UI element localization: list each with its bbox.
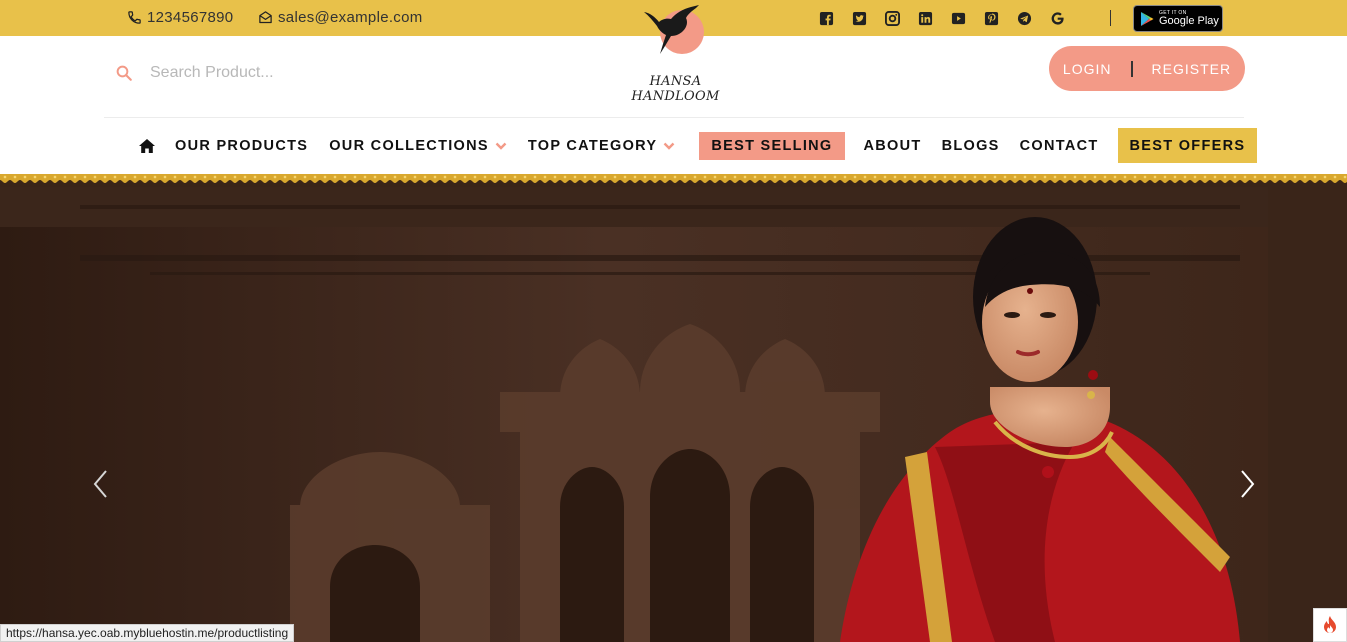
search-input[interactable] bbox=[150, 64, 350, 82]
nav-label: BEST OFFERS bbox=[1129, 137, 1246, 154]
fire-icon bbox=[1324, 616, 1336, 633]
nav-contact[interactable]: CONTACT bbox=[1020, 128, 1099, 163]
chevron-down-icon bbox=[664, 142, 675, 150]
carousel-next-arrow[interactable] bbox=[1236, 469, 1258, 499]
social-links bbox=[818, 10, 1065, 26]
chevron-down-icon bbox=[495, 142, 507, 150]
floating-widget[interactable] bbox=[1313, 608, 1347, 642]
nav-label: ABOUT bbox=[863, 137, 922, 154]
register-button[interactable]: REGISTER bbox=[1152, 61, 1232, 77]
divider bbox=[1110, 10, 1111, 26]
nav-label: TOP CATEGORY bbox=[527, 137, 658, 154]
nav-best-offers[interactable]: BEST OFFERS bbox=[1117, 128, 1258, 163]
login-button[interactable]: LOGIN bbox=[1063, 61, 1112, 77]
phone-contact[interactable]: 1234567890 bbox=[127, 9, 233, 26]
linkedin-icon[interactable] bbox=[917, 10, 933, 26]
carousel-prev-arrow[interactable] bbox=[90, 469, 112, 499]
nav-label: OUR PRODUCTS bbox=[175, 137, 309, 154]
nav-about[interactable]: ABOUT bbox=[864, 128, 922, 163]
nav-label: CONTACT bbox=[1019, 137, 1099, 154]
hero-image bbox=[0, 187, 1347, 642]
google-play-label: Google Play bbox=[1159, 14, 1219, 27]
twitter-icon[interactable] bbox=[851, 10, 867, 26]
nav-our-products[interactable]: OUR PRODUCTS bbox=[175, 128, 308, 163]
brand-logo[interactable]: HANSA HANDLOOM bbox=[613, 4, 738, 104]
google-icon[interactable] bbox=[1049, 10, 1065, 26]
nav-blogs[interactable]: BLOGS bbox=[942, 128, 1000, 163]
main-nav: OUR PRODUCTS OUR COLLECTIONS TOP CATEGOR… bbox=[138, 128, 1258, 163]
envelope-icon bbox=[259, 11, 272, 24]
email-contact[interactable]: sales@example.com bbox=[258, 9, 423, 26]
nav-label: BLOGS bbox=[941, 137, 1000, 154]
telegram-icon[interactable] bbox=[1016, 10, 1032, 26]
home-icon bbox=[139, 138, 155, 153]
facebook-icon[interactable] bbox=[818, 10, 834, 26]
youtube-icon[interactable] bbox=[950, 10, 966, 26]
hero-banner bbox=[0, 187, 1347, 642]
instagram-icon[interactable] bbox=[884, 10, 900, 26]
auth-divider bbox=[1130, 60, 1133, 77]
google-play-icon bbox=[1141, 11, 1154, 26]
nav-best-selling[interactable]: BEST SELLING bbox=[699, 131, 845, 160]
nav-label: OUR COLLECTIONS bbox=[329, 137, 489, 154]
nav-top-category[interactable]: TOP CATEGORY bbox=[528, 128, 675, 163]
nav-our-collections[interactable]: OUR COLLECTIONS bbox=[329, 128, 507, 163]
phone-icon bbox=[128, 11, 141, 24]
swan-logo-icon bbox=[644, 5, 704, 54]
search-icon[interactable] bbox=[115, 64, 133, 82]
auth-pill: LOGIN REGISTER bbox=[1049, 46, 1245, 91]
decorative-border bbox=[0, 174, 1347, 188]
home-link[interactable] bbox=[138, 128, 156, 163]
pinterest-icon[interactable] bbox=[983, 10, 999, 26]
browser-status-url: https://hansa.yec.oab.mybluehostin.me/pr… bbox=[0, 624, 295, 642]
brand-name: HANSA HANDLOOM bbox=[631, 74, 720, 104]
search-bar bbox=[115, 64, 350, 82]
nav-label: BEST SELLING bbox=[711, 137, 833, 154]
header-divider bbox=[104, 117, 1244, 118]
google-play-badge[interactable]: GET IT ON Google Play bbox=[1133, 5, 1223, 32]
email-address: sales@example.com bbox=[278, 9, 423, 26]
phone-number: 1234567890 bbox=[147, 9, 234, 26]
